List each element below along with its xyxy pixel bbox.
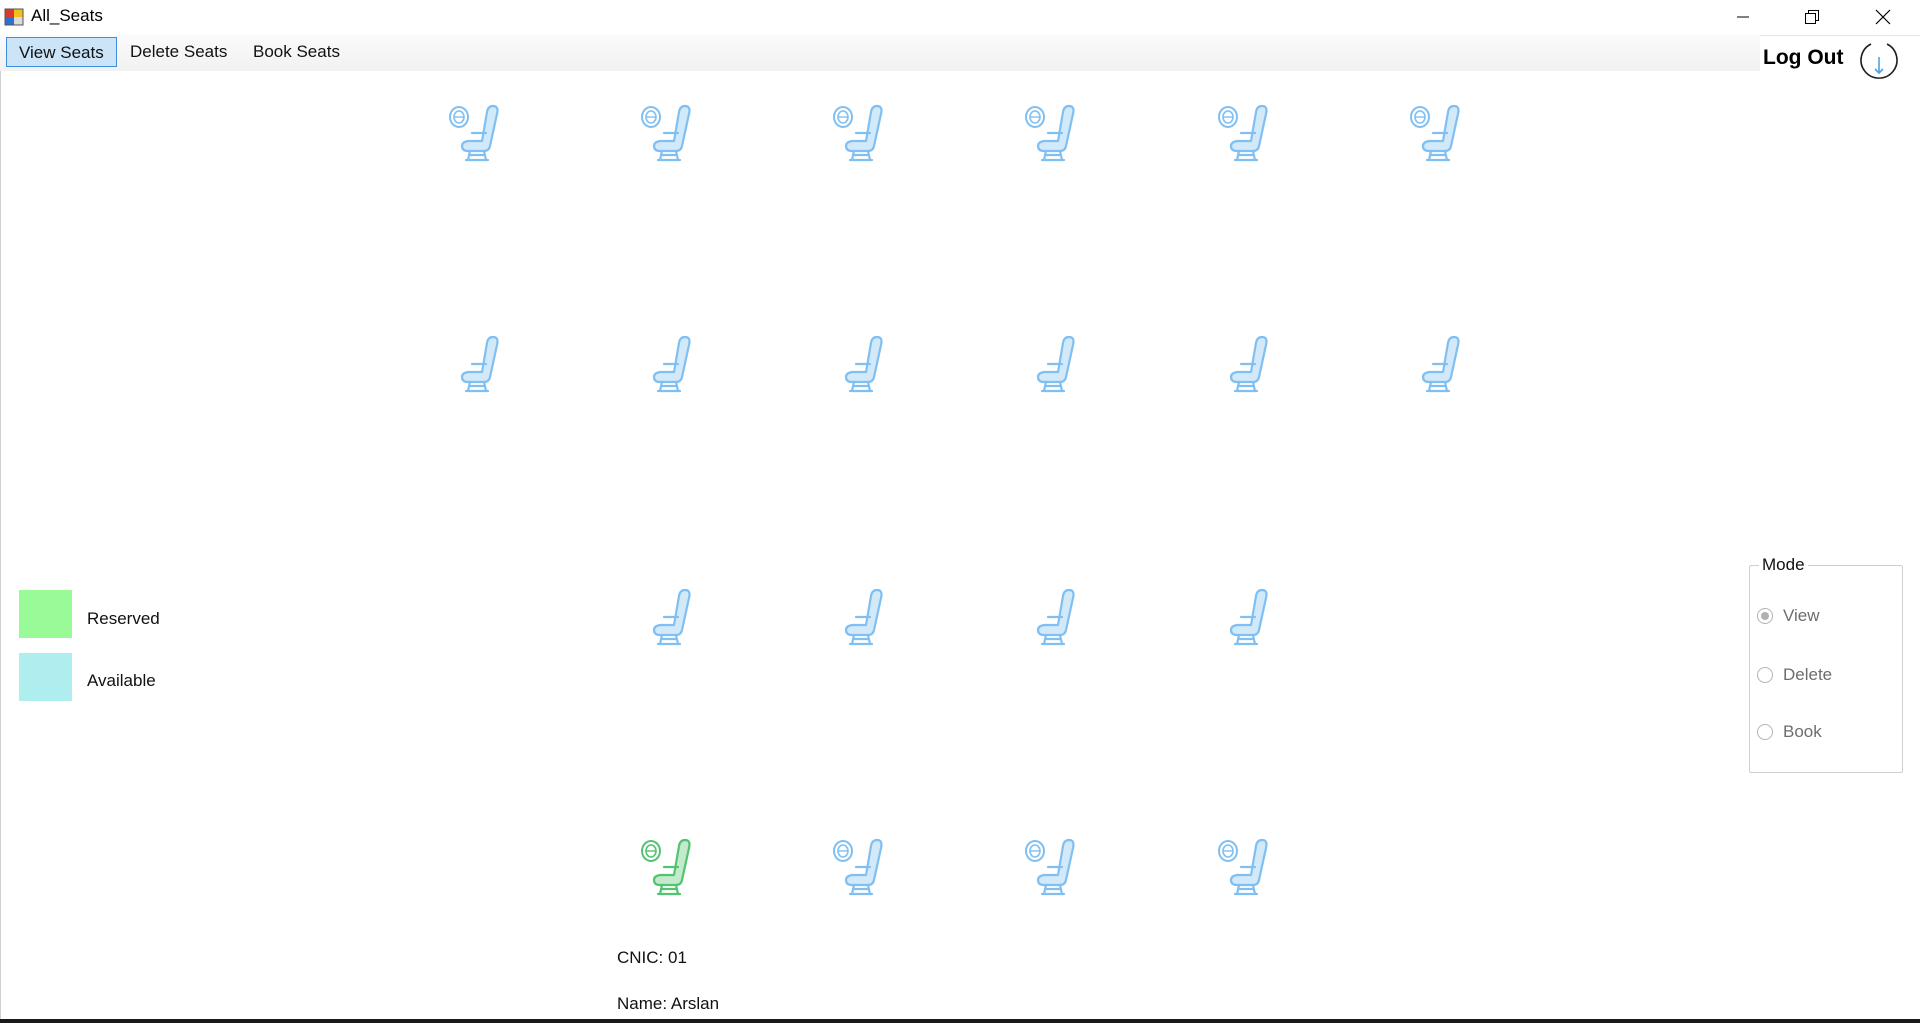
available-seat-icon[interactable] [1022, 834, 1084, 900]
available-seat-icon[interactable] [1215, 331, 1277, 397]
menu-strip: View Seats Delete Seats Book Seats [0, 35, 1760, 71]
available-seat-icon[interactable] [830, 584, 892, 650]
window-border [0, 71, 1, 1019]
minimize-button[interactable] [1715, 0, 1771, 34]
available-seat-icon[interactable] [830, 100, 892, 166]
power-down-icon[interactable] [1856, 35, 1902, 81]
available-seat-icon[interactable] [830, 834, 892, 900]
mode-delete-label: Delete [1783, 665, 1833, 684]
radio-selected-dot [1761, 612, 1769, 620]
taskbar-edge [0, 1019, 1920, 1023]
menu-book-seats[interactable]: Book Seats [241, 37, 352, 67]
minimize-icon [1736, 10, 1750, 24]
available-seat-icon[interactable] [638, 100, 700, 166]
available-legend-label: Available [87, 671, 156, 690]
passenger-name-label: Name: Arslan [617, 994, 720, 1013]
mode-view-radio[interactable] [1757, 608, 1773, 624]
title-bar: All_Seats [0, 0, 1920, 36]
available-seat-icon[interactable] [638, 584, 700, 650]
available-seat-icon[interactable] [1022, 331, 1084, 397]
reserved-seat-icon[interactable] [638, 834, 700, 900]
mode-delete-option[interactable]: Delete [1757, 663, 1832, 687]
available-seat-icon[interactable] [1215, 584, 1277, 650]
cnic-label: CNIC: 01 [617, 948, 687, 967]
mode-book-option[interactable]: Book [1757, 720, 1822, 744]
available-seat-icon[interactable] [446, 331, 508, 397]
menu-delete-seats[interactable]: Delete Seats [118, 37, 239, 67]
restore-button[interactable] [1784, 0, 1840, 34]
reserved-legend-swatch [19, 590, 72, 638]
close-icon [1875, 9, 1891, 25]
windows-form-icon [4, 7, 24, 27]
available-seat-icon[interactable] [1022, 584, 1084, 650]
mode-view-label: View [1783, 606, 1820, 625]
available-seat-icon[interactable] [1407, 331, 1469, 397]
close-button[interactable] [1855, 0, 1911, 34]
available-seat-icon[interactable] [1407, 100, 1469, 166]
mode-view-option[interactable]: View [1757, 604, 1820, 628]
mode-book-label: Book [1783, 722, 1822, 741]
available-seat-icon[interactable] [1022, 100, 1084, 166]
available-seat-icon[interactable] [1215, 834, 1277, 900]
available-seat-icon[interactable] [638, 331, 700, 397]
available-legend-swatch [19, 653, 72, 701]
available-seat-icon[interactable] [446, 100, 508, 166]
mode-delete-radio[interactable] [1757, 667, 1773, 683]
available-seat-icon[interactable] [1215, 100, 1277, 166]
restore-icon [1804, 9, 1820, 25]
menu-view-seats[interactable]: View Seats [6, 37, 117, 67]
mode-groupbox-title: Mode [1759, 555, 1808, 575]
window-title: All_Seats [31, 6, 103, 25]
available-seat-icon[interactable] [830, 331, 892, 397]
logout-label[interactable]: Log Out [1763, 46, 1843, 70]
mode-book-radio[interactable] [1757, 724, 1773, 740]
reserved-legend-label: Reserved [87, 609, 160, 628]
